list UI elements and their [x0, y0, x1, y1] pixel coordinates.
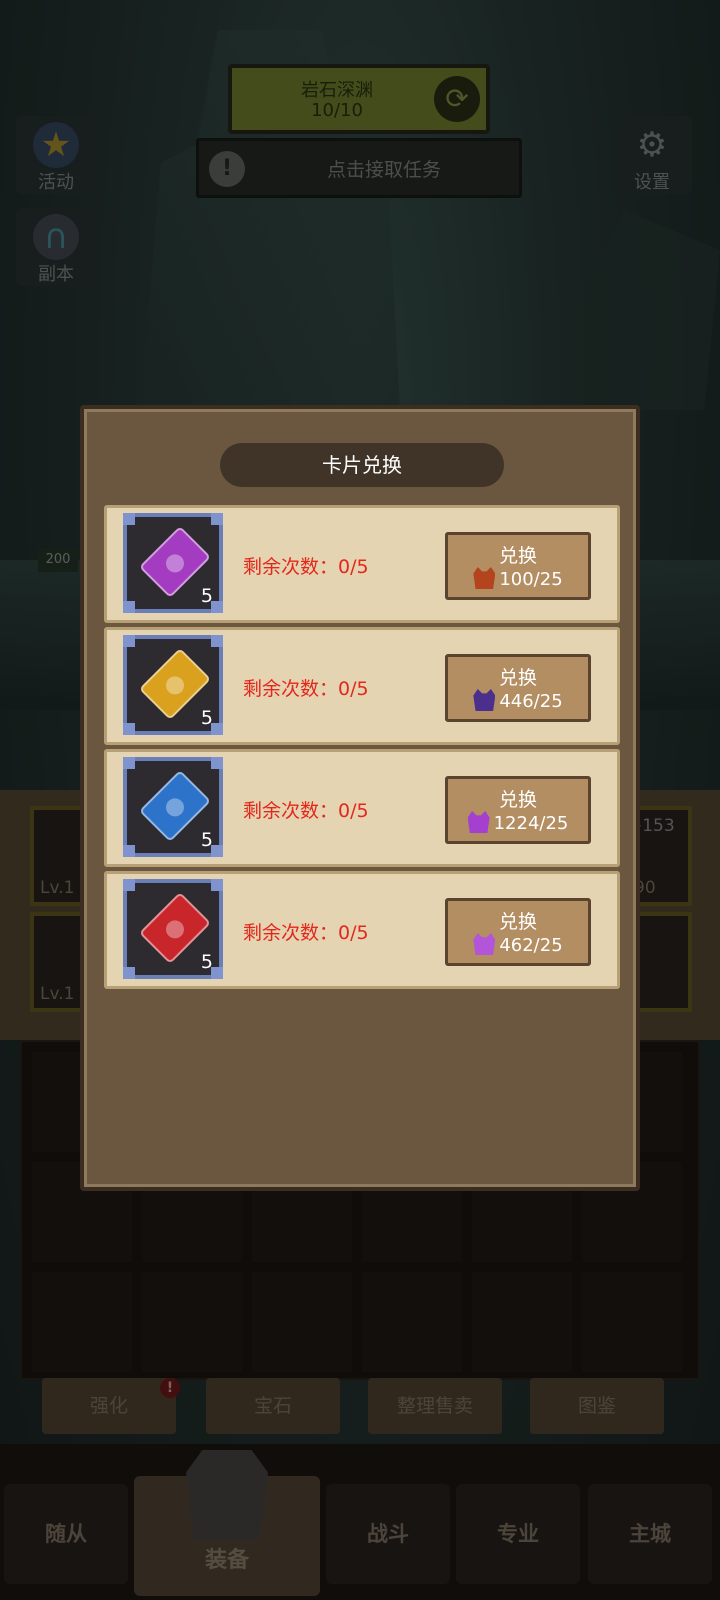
exchange-button[interactable]: 兑换 446/25 — [445, 654, 591, 722]
exchange-row: 5 剩余次数：0/5 兑换 462/25 — [104, 871, 620, 989]
material-icon — [473, 689, 496, 711]
exchange-row: 5 剩余次数：0/5 兑换 1224/25 — [104, 749, 620, 867]
exchange-row: 5 剩余次数：0/5 兑换 446/25 — [104, 627, 620, 745]
exchange-label: 兑换 — [498, 545, 537, 567]
modal-title: 卡片兑换 — [220, 443, 504, 487]
card-count: 5 — [200, 585, 213, 607]
exchange-button[interactable]: 兑换 462/25 — [445, 898, 591, 966]
exchange-label: 兑换 — [498, 789, 537, 811]
remaining-count: 剩余次数：0/5 — [243, 800, 369, 822]
material-icon — [473, 933, 496, 955]
exchange-button[interactable]: 兑换 100/25 — [445, 532, 591, 600]
exchange-label: 兑换 — [498, 911, 537, 933]
card-count: 5 — [200, 707, 213, 729]
card-count: 5 — [200, 829, 213, 851]
card-slot: 5 — [123, 879, 223, 979]
exchange-cost: 1224/25 — [448, 811, 588, 834]
remaining-count: 剩余次数：0/5 — [243, 556, 369, 578]
card-count: 5 — [200, 951, 213, 973]
exchange-button[interactable]: 兑换 1224/25 — [445, 776, 591, 844]
exchange-label: 兑换 — [498, 667, 537, 689]
exchange-row: 5 剩余次数：0/5 兑换 100/25 — [104, 505, 620, 623]
material-icon — [473, 567, 496, 589]
exchange-cost: 462/25 — [448, 933, 588, 956]
remaining-count: 剩余次数：0/5 — [243, 922, 369, 944]
exchange-cost: 100/25 — [448, 567, 588, 590]
card-slot: 5 — [123, 635, 223, 735]
card-exchange-modal: 卡片兑换 5 剩余次数：0/5 兑换 100/25 5 剩余次数：0/5 兑换 … — [80, 405, 640, 1191]
card-slot: 5 — [123, 757, 223, 857]
card-slot: 5 — [123, 513, 223, 613]
exchange-cost: 446/25 — [448, 689, 588, 712]
material-icon — [467, 811, 490, 833]
remaining-count: 剩余次数：0/5 — [243, 678, 369, 700]
